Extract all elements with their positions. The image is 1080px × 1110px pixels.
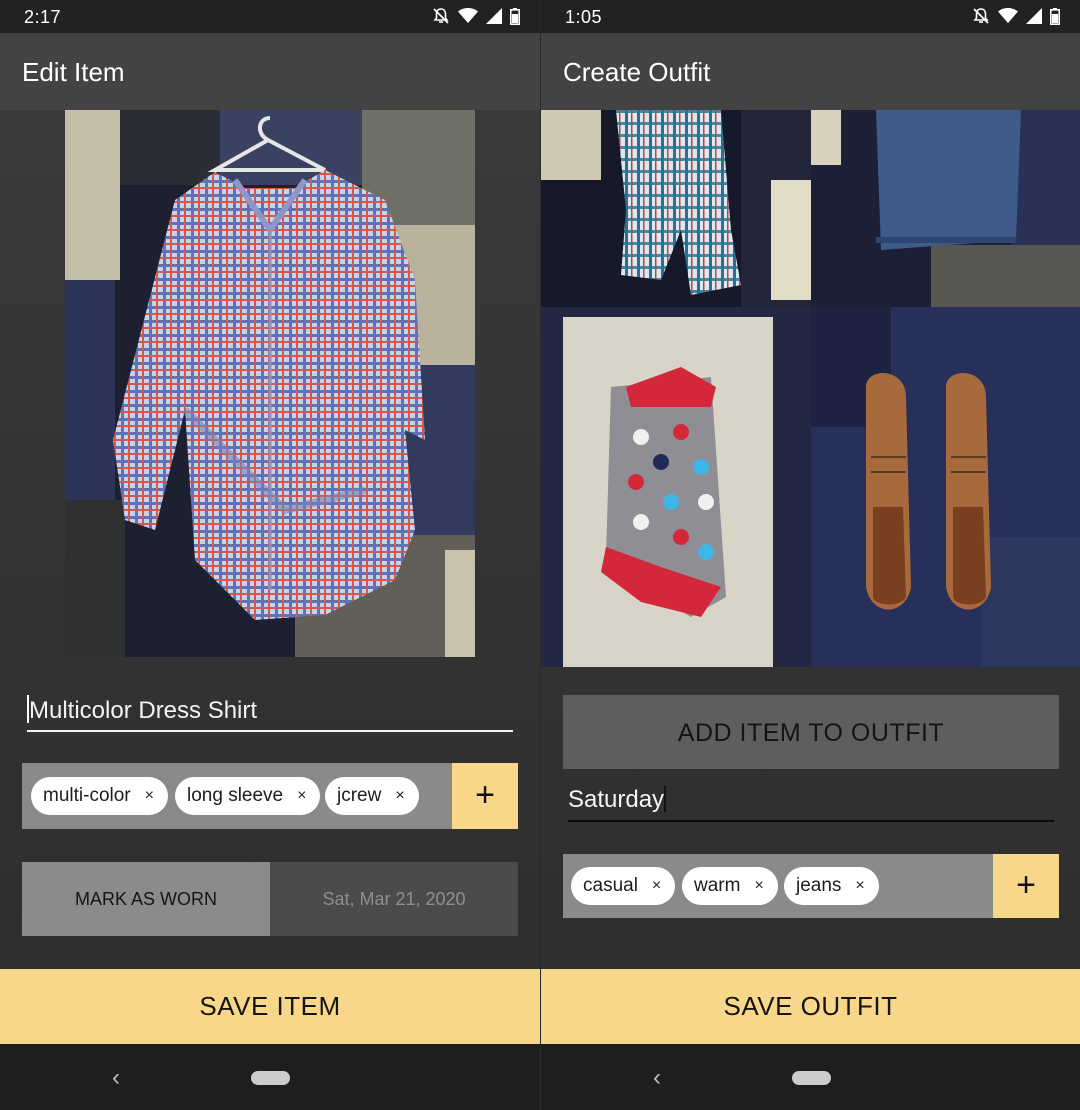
tag-chip[interactable]: multi-color × (31, 777, 168, 815)
bell-off-icon (972, 7, 990, 25)
save-outfit-button[interactable]: SAVE OUTFIT (541, 969, 1080, 1044)
home-pill-icon[interactable] (792, 1071, 831, 1085)
tag-chip[interactable]: casual × (571, 867, 676, 905)
status-time: 1:05 (565, 7, 603, 27)
close-icon[interactable]: × (145, 787, 154, 805)
create-outfit-screen: 1:05 Create Outfit ADD ITEM TO OUTFIT Sa… (540, 0, 1080, 1110)
outfit-name-input[interactable]: Saturday (568, 782, 1054, 822)
home-pill-icon[interactable] (251, 1071, 290, 1085)
status-bar: 1:05 (541, 0, 1080, 33)
edit-item-screen: 2:17 Edit Item Multicolor Dress Shirt mu… (0, 0, 540, 1110)
back-icon[interactable]: ‹ (653, 1064, 661, 1092)
tag-bar: multi-color × long sleeve × jcrew × + (22, 763, 518, 829)
signal-icon (486, 8, 502, 24)
close-icon[interactable]: × (395, 787, 404, 805)
item-photo[interactable] (65, 110, 475, 657)
wifi-icon (458, 8, 478, 24)
close-icon[interactable]: × (652, 877, 661, 895)
status-bar: 2:17 (0, 0, 540, 33)
app-bar: Create Outfit (541, 33, 1080, 110)
nav-bar: ‹ (541, 1044, 1080, 1110)
item-name-input[interactable]: Multicolor Dress Shirt (27, 690, 513, 732)
signal-icon (1026, 8, 1042, 24)
item-name-value: Multicolor Dress Shirt (29, 697, 258, 724)
outfit-item-shoes[interactable] (811, 307, 1080, 667)
close-icon[interactable]: × (855, 877, 864, 895)
status-time: 2:17 (24, 7, 62, 27)
plus-icon: + (1016, 866, 1036, 904)
text-caret (664, 786, 667, 812)
tag-chip[interactable]: warm × (682, 867, 778, 905)
tag-chip[interactable]: jeans × (784, 867, 879, 905)
app-bar: Edit Item (0, 33, 540, 110)
add-tag-button[interactable]: + (452, 763, 518, 829)
battery-icon (1050, 7, 1060, 25)
page-title: Edit Item (22, 57, 125, 87)
back-icon[interactable]: ‹ (112, 1064, 120, 1092)
close-icon[interactable]: × (297, 787, 306, 805)
tag-chip[interactable]: long sleeve × (175, 777, 321, 815)
outfit-item-socks[interactable] (541, 307, 811, 667)
page-title: Create Outfit (563, 57, 711, 87)
bell-off-icon (432, 7, 450, 25)
save-item-button[interactable]: SAVE ITEM (0, 969, 540, 1044)
outfit-item-shirt[interactable] (541, 110, 811, 307)
close-icon[interactable]: × (754, 877, 763, 895)
plus-icon: + (475, 776, 495, 814)
outfit-name-value: Saturday (568, 786, 665, 813)
mark-as-worn-button[interactable]: MARK AS WORN (22, 862, 270, 936)
add-item-to-outfit-button[interactable]: ADD ITEM TO OUTFIT (563, 695, 1059, 769)
wifi-icon (998, 8, 1018, 24)
outfit-item-jeans[interactable] (811, 110, 1080, 307)
tag-bar: casual × warm × jeans × + (563, 854, 1059, 918)
add-tag-button[interactable]: + (993, 854, 1059, 918)
nav-bar: ‹ (0, 1044, 540, 1110)
tag-chip[interactable]: jcrew × (325, 777, 419, 815)
battery-icon (510, 7, 520, 25)
worn-date-field[interactable]: Sat, Mar 21, 2020 (270, 862, 518, 936)
